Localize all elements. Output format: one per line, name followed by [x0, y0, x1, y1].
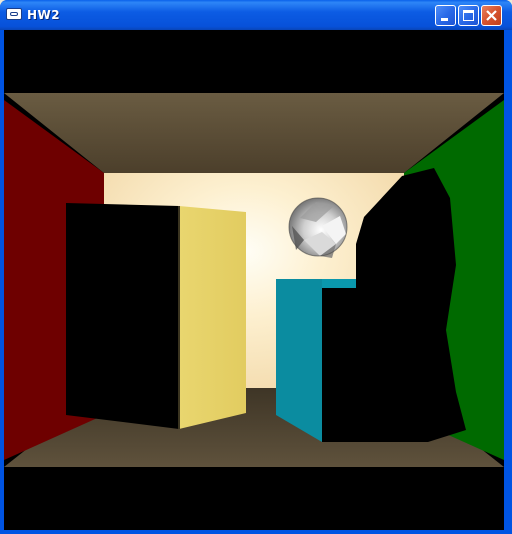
- minimize-button[interactable]: [435, 5, 456, 26]
- short-box-lit-face: [276, 279, 322, 442]
- maximize-button[interactable]: [458, 5, 479, 26]
- app-window-icon[interactable]: [6, 8, 22, 20]
- tall-box-lit-face: [179, 206, 246, 429]
- title-bar[interactable]: HW2: [0, 0, 512, 30]
- close-icon: [486, 10, 497, 21]
- window-title: HW2: [27, 8, 61, 22]
- opengl-scene: [4, 93, 504, 467]
- tall-box-shadow-face: [66, 203, 179, 429]
- render-viewport[interactable]: [4, 30, 504, 530]
- app-window: HW2: [0, 0, 512, 534]
- close-button[interactable]: [481, 5, 502, 26]
- minimize-icon: [441, 18, 448, 21]
- maximize-icon: [463, 10, 474, 21]
